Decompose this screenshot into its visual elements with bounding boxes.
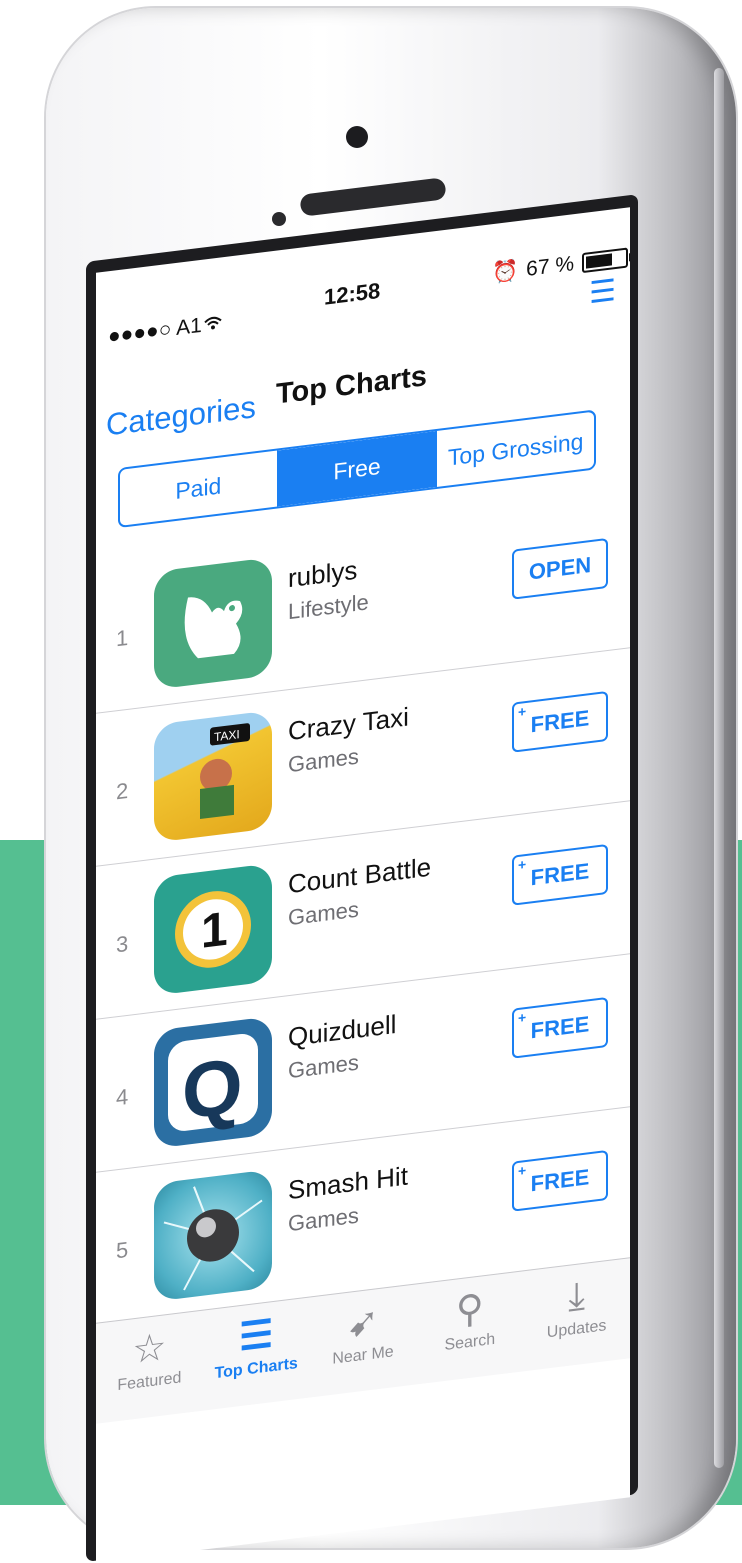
app-category: Lifestyle <box>288 589 369 625</box>
download-tray-icon: ⤓ <box>568 1274 585 1319</box>
app-category: Games <box>288 1202 359 1237</box>
action-label: FREE <box>530 705 590 738</box>
free-button[interactable]: + FREE <box>512 996 608 1059</box>
battery-icon <box>582 247 629 274</box>
app-category: Games <box>288 896 359 931</box>
open-button[interactable]: OPEN <box>512 537 608 600</box>
rank-number: 4 <box>116 1083 129 1111</box>
app-list: 1 rublys Lifestyle OPEN 2 TAXI Crazy Tax… <box>96 495 630 1326</box>
app-store-screen: ●●●●○ A1 12:58 ⏰ 67 % ☰ Categories Top C… <box>96 207 630 1563</box>
app-name: Crazy Taxi <box>288 701 409 747</box>
rank-number: 3 <box>116 930 129 958</box>
app-category: Games <box>288 1049 359 1084</box>
app-name: Smash Hit <box>288 1160 408 1206</box>
free-button[interactable]: + FREE <box>512 1149 608 1212</box>
action-label: FREE <box>530 1164 590 1197</box>
rank-number: 5 <box>116 1236 129 1264</box>
free-button[interactable]: + FREE <box>512 690 608 753</box>
tab-label: Near Me <box>332 1343 394 1368</box>
tab-near-me[interactable]: ➹ Near Me <box>310 1284 417 1397</box>
svg-text:Q: Q <box>182 1041 243 1136</box>
location-arrow-icon: ➹ <box>347 1300 379 1346</box>
tab-label: Top Charts <box>214 1355 298 1383</box>
tab-label: Search <box>444 1330 496 1355</box>
app-name: Quizduell <box>288 1008 397 1053</box>
segment-free[interactable]: Free <box>278 430 438 507</box>
search-icon: ⚲ <box>455 1287 484 1333</box>
svg-text:1: 1 <box>201 902 228 959</box>
action-label: OPEN <box>528 551 592 585</box>
categories-button[interactable]: Categories <box>106 389 256 443</box>
tab-search[interactable]: ⚲ Search <box>416 1271 523 1384</box>
rank-number: 1 <box>116 624 129 652</box>
smash-hit-icon[interactable] <box>154 1169 272 1302</box>
free-button[interactable]: + FREE <box>512 843 608 906</box>
tab-updates[interactable]: ⤓ Updates <box>523 1258 630 1371</box>
action-label: FREE <box>530 1011 590 1044</box>
proximity-sensor-icon <box>272 212 286 226</box>
battery-percentage: 67 % <box>526 252 575 281</box>
list-icon[interactable]: ☰ <box>589 273 616 311</box>
tab-label: Featured <box>117 1369 182 1395</box>
action-label: FREE <box>530 858 590 891</box>
rank-number: 2 <box>116 777 129 805</box>
front-camera-icon <box>346 126 368 148</box>
plus-icon: + <box>518 702 527 720</box>
plus-icon: + <box>518 1161 527 1179</box>
earpiece-speaker <box>299 177 447 217</box>
plus-icon: + <box>518 855 527 873</box>
tab-featured[interactable]: ☆ Featured <box>96 1311 203 1424</box>
plus-icon: + <box>518 1008 527 1026</box>
list-icon: ☰ <box>239 1313 274 1360</box>
segment-paid[interactable]: Paid <box>120 450 279 526</box>
phone-side-edge <box>714 68 724 1468</box>
rublys-squirrel-icon[interactable] <box>154 557 272 690</box>
segment-top-grossing[interactable]: Top Grossing <box>437 412 594 487</box>
crazy-taxi-icon[interactable]: TAXI <box>154 710 272 843</box>
tab-label: Updates <box>546 1317 607 1342</box>
app-name: rublys <box>288 554 358 594</box>
app-category: Games <box>288 743 359 778</box>
wifi-icon <box>204 311 222 337</box>
tab-top-charts[interactable]: ☰ Top Charts <box>203 1298 310 1411</box>
app-name: Count Battle <box>288 851 432 900</box>
clock: 12:58 <box>324 277 381 310</box>
quizduell-icon[interactable]: Q <box>154 1016 272 1149</box>
alarm-icon: ⏰ <box>492 258 519 286</box>
star-icon: ☆ <box>132 1326 167 1373</box>
count-battle-icon[interactable]: 1 <box>154 863 272 996</box>
carrier-signal: ●●●●○ A1 <box>108 313 202 349</box>
page-title: Top Charts <box>276 360 427 411</box>
